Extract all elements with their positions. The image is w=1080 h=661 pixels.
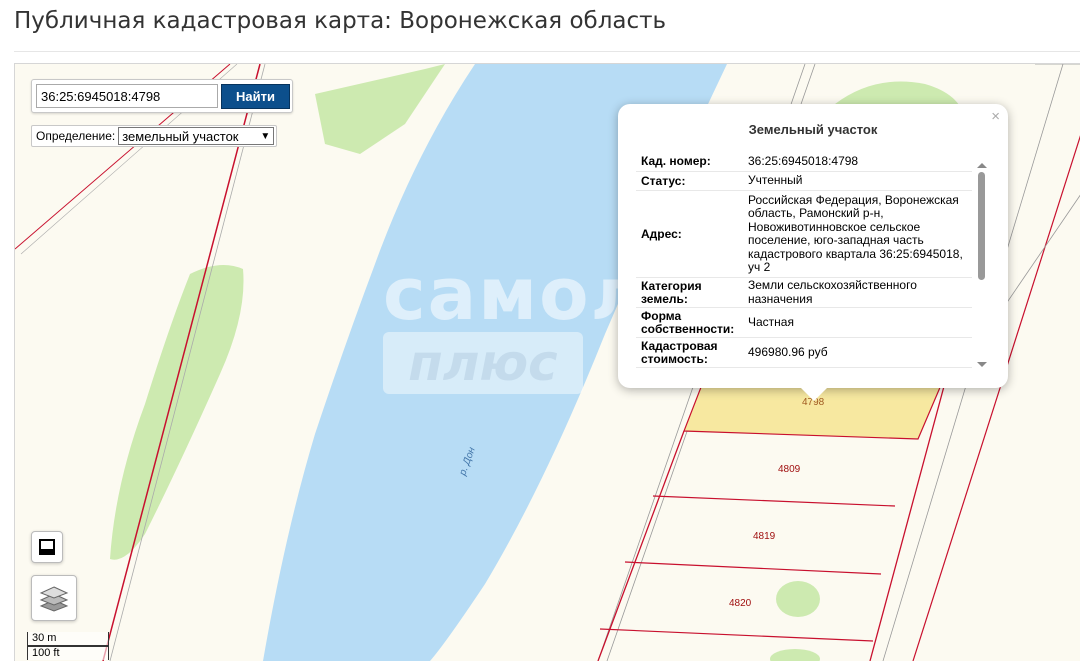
parcel-label-4820[interactable]: 4820 <box>729 598 752 609</box>
definition-select[interactable]: земельный участок ▼ <box>118 127 275 145</box>
map-view[interactable]: 4798 4809 4819 4820 р. Дон самолёт плюс … <box>14 63 1080 661</box>
parcel-label-4809[interactable]: 4809 <box>778 464 801 475</box>
find-button[interactable]: Найти <box>221 84 290 109</box>
scroll-up-icon[interactable] <box>975 160 989 170</box>
vegetation-area <box>110 265 244 560</box>
vegetation-area <box>776 581 820 617</box>
page-title: Публичная кадастровая карта: Воронежская… <box>14 8 667 34</box>
scrollbar-thumb[interactable] <box>978 172 985 280</box>
parcel-info-popup: × Земельный участок Кад. номер: 36:25:69… <box>618 104 1008 401</box>
parcel-attributes-table: Кад. номер: 36:25:6945018:4798 Статус: У… <box>636 152 972 374</box>
layers-button[interactable] <box>31 575 77 621</box>
table-row: Кадастровая стоимость: 496980.96 руб <box>636 338 972 368</box>
table-row: Статус: Учтенный <box>636 172 972 191</box>
cadastral-search-input[interactable] <box>36 84 218 108</box>
vegetation-area <box>315 64 445 154</box>
popup-title: Земельный участок <box>748 122 878 137</box>
scroll-down-icon[interactable] <box>975 360 989 370</box>
search-panel: Найти <box>31 79 293 113</box>
definition-panel: Определение: земельный участок ▼ <box>31 125 278 147</box>
popup-scrollbar[interactable] <box>975 156 989 368</box>
table-row: Кад. номер: 36:25:6945018:4798 <box>636 152 972 172</box>
parcel-label-4819[interactable]: 4819 <box>753 531 776 542</box>
table-row: Категория земель: Земли сельскохозяйстве… <box>636 278 972 308</box>
layers-icon <box>39 586 69 612</box>
table-row: Адрес: Российская Федерация, Воронежская… <box>636 191 972 278</box>
measure-tool-button[interactable] <box>31 531 63 563</box>
definition-label: Определение: <box>36 129 116 143</box>
scale-bar: 30 m 100 ft <box>27 632 109 660</box>
chevron-down-icon: ▼ <box>260 130 271 142</box>
ruler-icon <box>39 539 55 555</box>
table-row: Форма собственности: Частная <box>636 308 972 338</box>
vegetation-area <box>770 649 820 661</box>
title-divider <box>14 51 1080 52</box>
